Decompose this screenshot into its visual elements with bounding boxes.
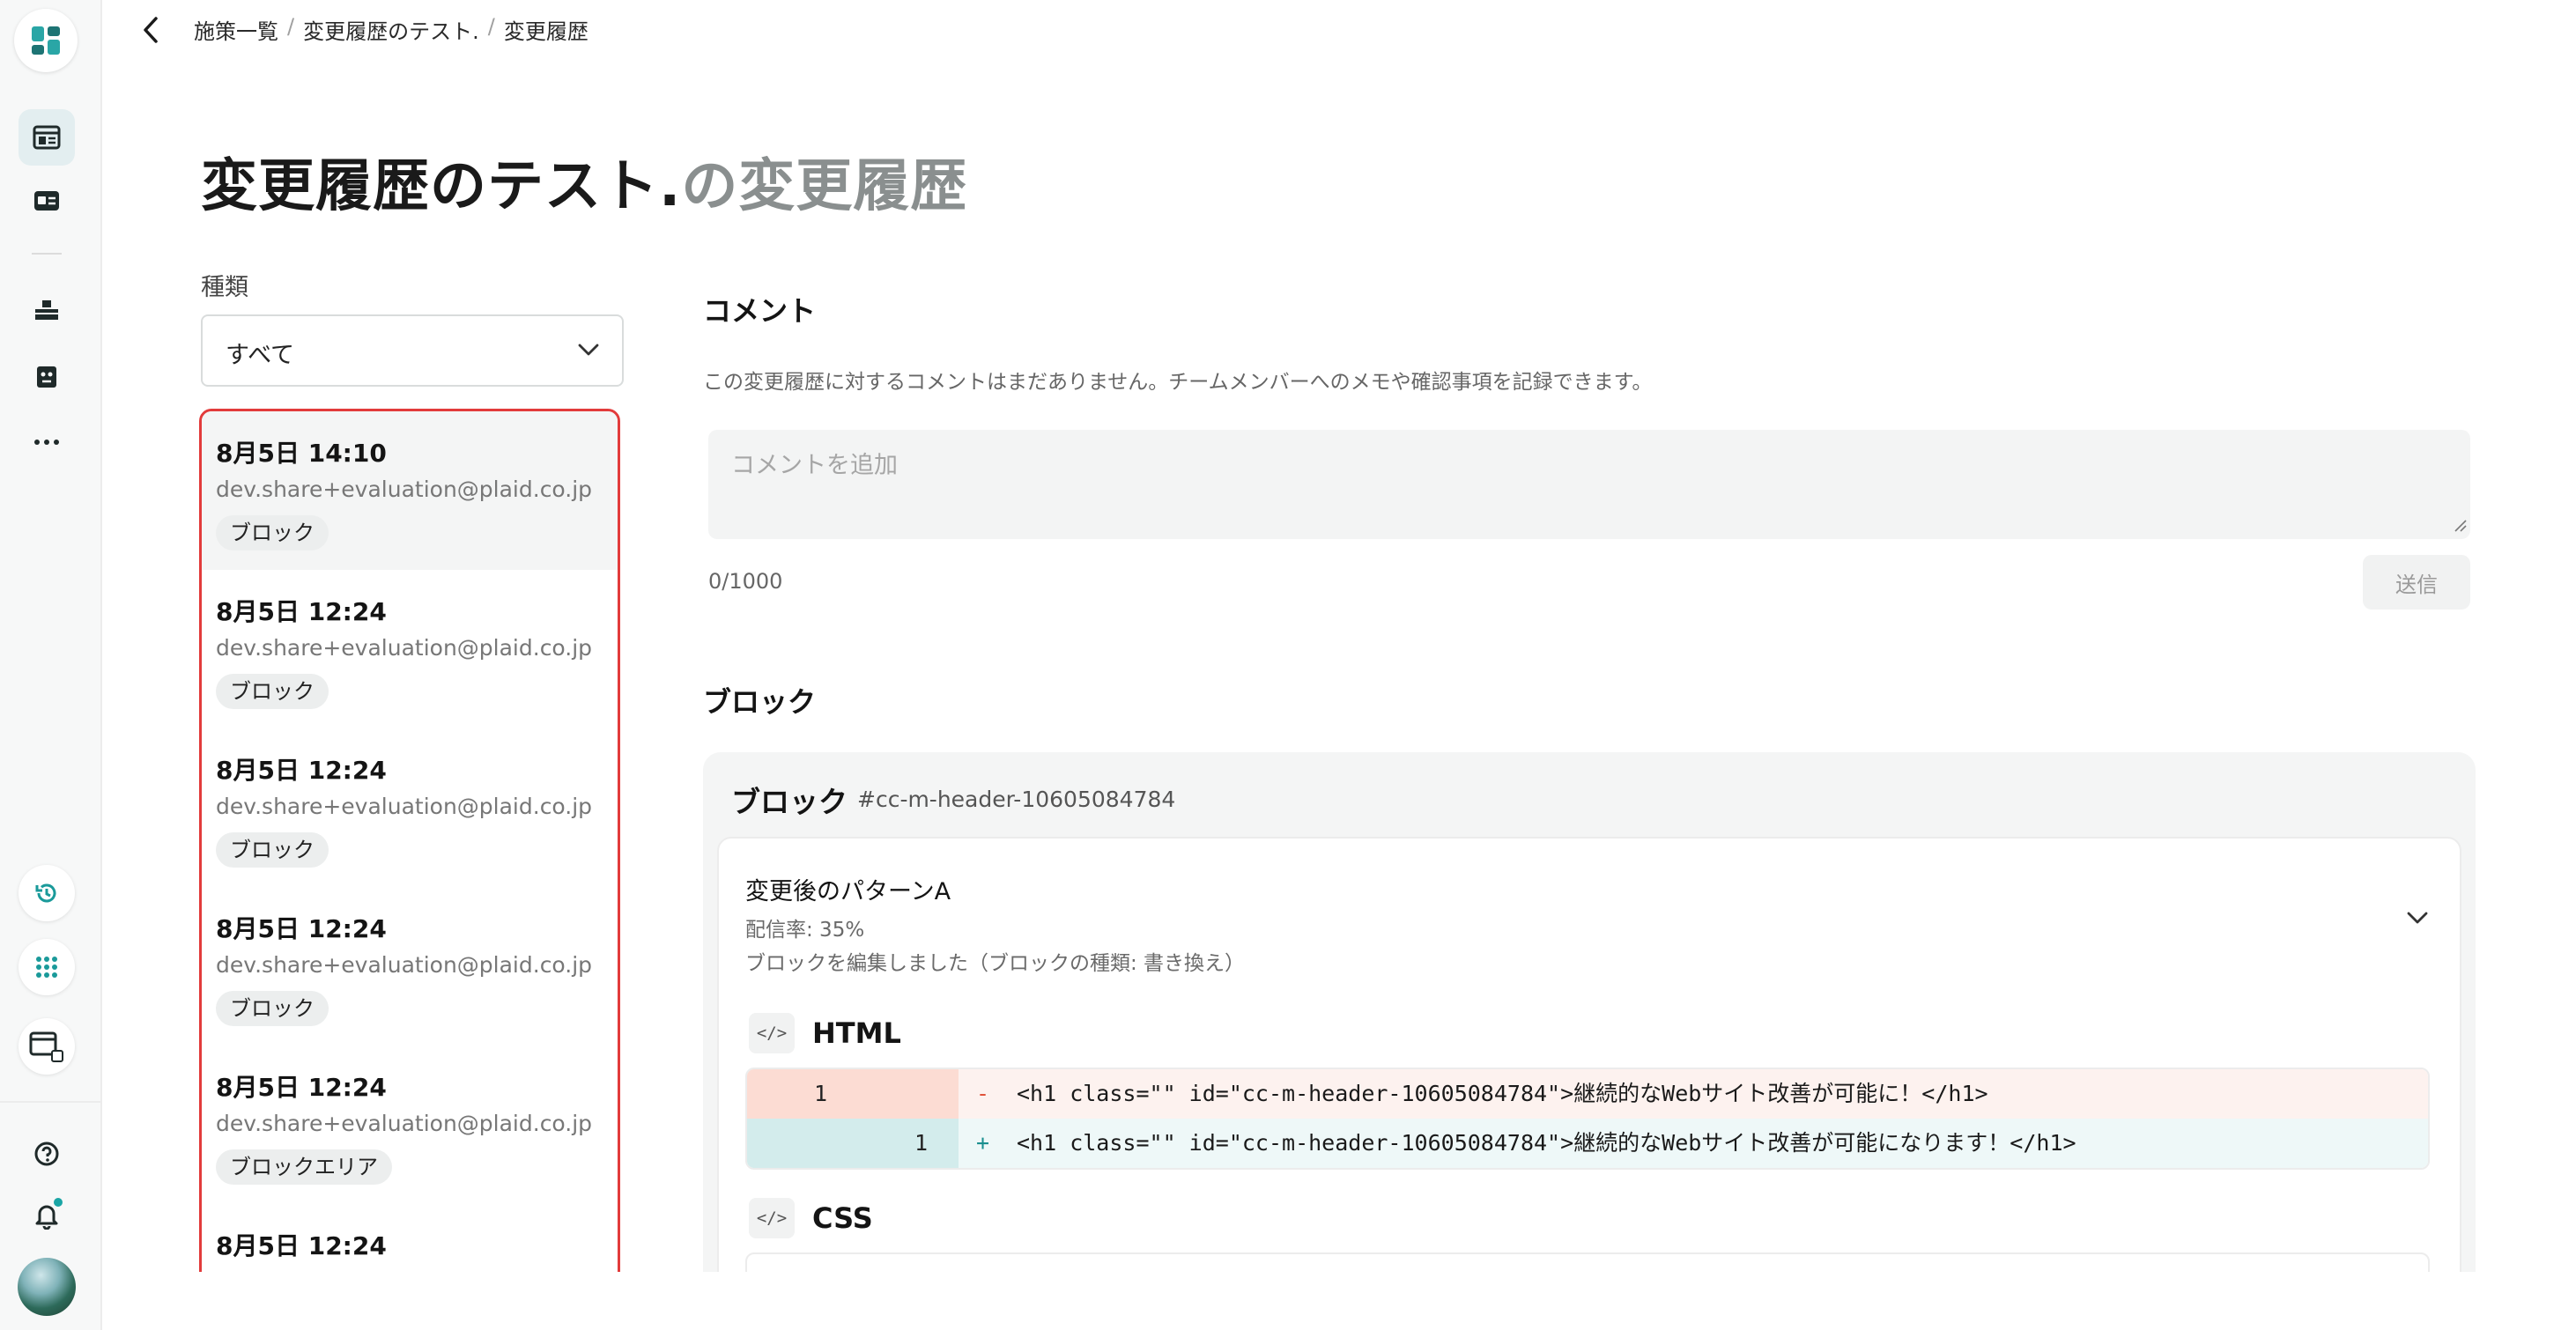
notification-dot <box>52 1196 64 1208</box>
history-date: 8月5日 12:24 <box>216 756 387 785</box>
viewport-cutoff <box>102 1272 2576 1330</box>
history-list: 8月5日 14:10 dev.share+evaluation@plaid.co… <box>199 409 620 1318</box>
apps-grid-icon[interactable] <box>19 939 75 995</box>
history-user: dev.share+evaluation@plaid.co.jp <box>216 794 593 819</box>
code-icon: </> <box>749 1013 795 1053</box>
history-user: dev.share+evaluation@plaid.co.jp <box>216 1111 593 1136</box>
diff-gutter <box>747 1069 959 1119</box>
breadcrumb-separator: / <box>487 14 495 39</box>
history-user: dev.share+evaluation@plaid.co.jp <box>216 635 593 661</box>
block-section-title: ブロック <box>703 685 817 719</box>
pattern-title: 変更後のパターンA <box>745 878 951 905</box>
type-filter-value: すべて <box>226 342 295 369</box>
history-tag: ブロック <box>216 832 329 868</box>
diff-code: <h1 class="" id="cc-m-header-10605084784… <box>1017 1130 2076 1156</box>
pattern-description: ブロックを編集しました（ブロックの種類: 書き換え） <box>745 952 1246 975</box>
avatar[interactable] <box>18 1258 76 1316</box>
diff-line-added: 1 + <h1 class="" id="cc-m-header-1060508… <box>747 1119 2428 1168</box>
type-filter-select[interactable]: すべて <box>201 314 624 387</box>
history-item[interactable]: 8月5日 12:24 dev.share+evaluation@plaid.co… <box>202 570 618 728</box>
old-line-number: 1 <box>814 1081 828 1106</box>
html-label: HTML <box>812 1016 901 1050</box>
rail-divider <box>32 253 62 255</box>
history-tag: ブロック <box>216 674 329 709</box>
pattern-rate: 配信率: 35% <box>745 919 865 942</box>
help-icon[interactable] <box>19 1126 75 1182</box>
block-card-id: #cc-m-header-10605084784 <box>857 787 1176 812</box>
breadcrumb-item[interactable]: 施策一覧 <box>194 14 278 45</box>
diff-line-removed: 1 - <h1 class="" id="cc-m-header-1060508… <box>747 1069 2428 1119</box>
history-icon[interactable] <box>19 865 75 921</box>
history-date: 8月5日 12:24 <box>216 1231 387 1260</box>
type-filter-label: 種類 <box>201 274 248 301</box>
layout-icon[interactable] <box>19 109 75 166</box>
history-item[interactable]: 8月5日 12:24 dev.share+evaluation@plaid.co… <box>202 1046 618 1204</box>
history-tag: ブロックエリア <box>216 1149 392 1185</box>
robot-icon[interactable] <box>19 349 75 405</box>
new-line-number: 1 <box>914 1130 929 1156</box>
rail-divider-bottom <box>0 1101 102 1103</box>
bell-icon[interactable] <box>19 1187 75 1244</box>
history-tag: ブロック <box>216 991 329 1026</box>
history-user: dev.share+evaluation@plaid.co.jp <box>216 952 593 978</box>
block-card-title: ブロック <box>731 785 848 819</box>
chevron-down-icon[interactable] <box>2407 911 2428 927</box>
window-icon[interactable] <box>19 1018 75 1075</box>
html-diff: 1 - <h1 class="" id="cc-m-header-1060508… <box>745 1068 2430 1170</box>
comment-counter: 0/1000 <box>708 569 783 594</box>
diff-minus-mark: - <box>976 1081 990 1106</box>
breadcrumb-separator: / <box>287 14 295 39</box>
history-date: 8月5日 12:24 <box>216 1073 387 1102</box>
history-item[interactable]: 8月5日 14:10 dev.share+evaluation@plaid.co… <box>202 411 618 570</box>
diff-plus-mark: + <box>976 1130 990 1156</box>
history-date: 8月5日 14:10 <box>216 439 387 468</box>
history-tag: ブロック <box>216 515 329 550</box>
history-date: 8月5日 12:24 <box>216 914 387 943</box>
page-title: 変更履歴のテスト.の変更履歴 <box>201 141 967 222</box>
page-title-main: 変更履歴のテスト. <box>201 154 682 219</box>
comment-placeholder: コメントを追加 <box>731 452 898 479</box>
css-label: CSS <box>812 1201 873 1235</box>
more-icon[interactable] <box>19 414 75 470</box>
breadcrumb-item[interactable]: 変更履歴のテスト. <box>303 14 479 45</box>
send-button[interactable]: 送信 <box>2363 555 2470 610</box>
card-icon[interactable] <box>19 173 75 229</box>
side-rail <box>0 0 102 1330</box>
page-title-suffix: の変更履歴 <box>681 154 968 219</box>
breadcrumb: 施策一覧 / 変更履歴のテスト. / 変更履歴 <box>194 14 588 45</box>
comment-description: この変更履歴に対するコメントはまだありません。チームメンバーへのメモや確認事項を… <box>703 371 1653 394</box>
history-item[interactable]: 8月5日 12:24 dev.share+evaluation@plaid.co… <box>202 887 618 1046</box>
comment-input[interactable]: コメントを追加 <box>708 430 2470 539</box>
resize-grip-icon[interactable] <box>2453 518 2467 536</box>
comment-section-title: コメント <box>703 294 817 328</box>
history-user: dev.share+evaluation@plaid.co.jp <box>216 477 593 502</box>
history-date: 8月5日 12:24 <box>216 597 387 626</box>
stack-icon[interactable] <box>19 282 75 338</box>
breadcrumb-item: 変更履歴 <box>503 19 588 44</box>
history-item[interactable]: 8月5日 12:24 dev.share+evaluation@plaid.co… <box>202 728 618 887</box>
code-icon: </> <box>749 1198 795 1238</box>
chevron-down-icon <box>578 343 599 359</box>
logo-grid-icon[interactable] <box>14 9 78 72</box>
diff-code: <h1 class="" id="cc-m-header-10605084784… <box>1017 1081 1988 1106</box>
back-arrow-icon[interactable] <box>139 16 162 44</box>
